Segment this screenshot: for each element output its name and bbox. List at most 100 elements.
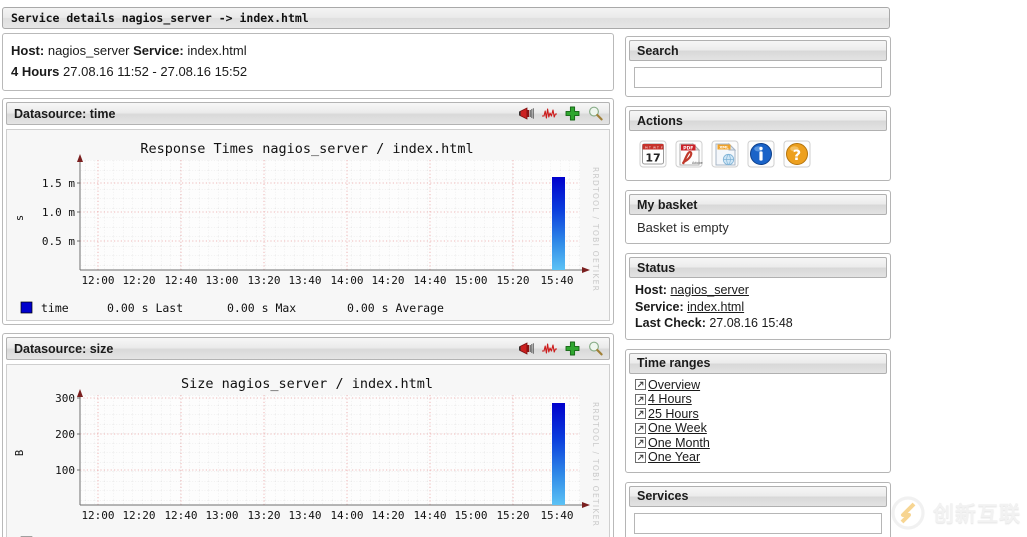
- pulse-icon[interactable]: [541, 340, 558, 357]
- service-info-box: Host: nagios_server Service: index.html …: [2, 33, 614, 91]
- basket-panel: My basket Basket is empty: [625, 190, 891, 244]
- time-range-link[interactable]: Overview: [648, 378, 700, 393]
- legend-swatch-time: [20, 301, 33, 314]
- status-host-line: Host: nagios_server: [635, 282, 882, 299]
- x-tick-label: 15:40: [540, 509, 573, 522]
- legend-entry: 0.00 s Average: [347, 301, 444, 315]
- y-tick-label: 1.5 m: [42, 177, 75, 190]
- datasource-title-time: Datasource: time: [14, 106, 116, 121]
- y-tick-label: 100: [55, 464, 75, 477]
- basket-panel-header: My basket: [629, 194, 887, 215]
- megaphone-icon[interactable]: [518, 340, 535, 357]
- x-tick-label: 13:00: [205, 509, 238, 522]
- time-range-link[interactable]: 4 Hours: [648, 392, 692, 407]
- search-panel-body: [629, 61, 887, 93]
- status-panel-header: Status: [629, 257, 887, 278]
- datasource-header-size: Datasource: size: [6, 337, 610, 360]
- calendar-icon[interactable]: MTW TF 17: [638, 139, 668, 169]
- status-lastcheck-line: Last Check: 27.08.16 15:48: [635, 315, 882, 332]
- time-range-item-4-hours[interactable]: 4 Hours: [635, 392, 882, 407]
- time-range-item-25-hours[interactable]: 25 Hours: [635, 407, 882, 422]
- chart-bar-size: [552, 403, 565, 505]
- chart-title-size: Size nagios_server / index.html: [181, 376, 433, 392]
- x-tick-label: 14:20: [371, 509, 404, 522]
- status-panel: Status Host: nagios_server Service: inde…: [625, 253, 891, 340]
- y-axis-unit-size: B: [14, 450, 26, 456]
- x-tick-label: 13:40: [288, 509, 321, 522]
- info-icon[interactable]: [746, 139, 776, 169]
- time-range-link[interactable]: One Year: [648, 450, 700, 465]
- x-tick-label: 15:20: [496, 274, 529, 287]
- search-panel: Search: [625, 36, 891, 97]
- datasource-title-size: Datasource: size: [14, 341, 114, 356]
- chart-legend-size: size 283.00 B Last 283.00 B Max 283.00 B…: [9, 533, 605, 537]
- time-range-item-one-week[interactable]: One Week: [635, 421, 882, 436]
- xml-export-icon[interactable]: XML: [710, 139, 740, 169]
- time-range-link[interactable]: One Month: [648, 436, 710, 451]
- x-tick-label: 12:00: [81, 274, 114, 287]
- search-input[interactable]: [634, 67, 882, 88]
- actions-panel-title: Actions: [637, 113, 683, 128]
- sidebar: Search Actions MTW T F 17 PDF Adobe XML …: [625, 36, 891, 537]
- time-range-link[interactable]: One Week: [648, 421, 707, 436]
- svg-text:T: T: [656, 145, 659, 149]
- basket-panel-title: My basket: [637, 197, 698, 212]
- rrd-graph-size[interactable]: Size nagios_server / index.html 300 200 …: [9, 367, 605, 533]
- x-tick-label: 13:20: [247, 509, 280, 522]
- basket-panel-body: Basket is empty: [629, 215, 887, 240]
- svg-text:M: M: [645, 145, 648, 149]
- x-tick-label: 15:00: [454, 274, 487, 287]
- magnifier-icon[interactable]: [587, 105, 604, 122]
- y-tick-label: 0.5 m: [42, 235, 75, 248]
- time-range-link[interactable]: 25 Hours: [648, 407, 699, 422]
- time-range-item-overview[interactable]: Overview: [635, 378, 882, 393]
- time-range-item-one-month[interactable]: One Month: [635, 436, 882, 451]
- chart-bar-time: [552, 177, 565, 270]
- search-panel-header: Search: [629, 40, 887, 61]
- datasource-panel-size: Datasource: size Size nagios_server / in…: [2, 333, 614, 537]
- svg-text:Adobe: Adobe: [692, 161, 703, 165]
- green-plus-icon[interactable]: [564, 105, 581, 122]
- status-lastcheck-label: Last Check:: [635, 316, 706, 330]
- legend-entry: 0.00 s Last: [107, 301, 183, 315]
- help-icon[interactable]: ?: [782, 139, 812, 169]
- pulse-icon[interactable]: [541, 105, 558, 122]
- timerange-label: 4 Hours: [11, 64, 60, 79]
- x-tick-label: 14:20: [371, 274, 404, 287]
- magnifier-icon[interactable]: [587, 340, 604, 357]
- services-filter-input[interactable]: [634, 512, 882, 534]
- time-ranges-panel: Time ranges Overview 4 Hours 25 Hours On…: [625, 348, 891, 473]
- time-range-item-one-year[interactable]: One Year: [635, 450, 882, 465]
- status-service-link[interactable]: index.html: [687, 300, 744, 314]
- host-service-line: Host: nagios_server Service: index.html: [11, 40, 605, 61]
- rrd-graph-time[interactable]: Response Times nagios_server / index.htm…: [9, 132, 605, 298]
- calendar-day-number: 17: [645, 152, 660, 165]
- x-tick-label: 15:20: [496, 509, 529, 522]
- graph-inner-size: Size nagios_server / index.html 300 200 …: [9, 367, 607, 537]
- window-titlebar: Service details nagios_server -> index.h…: [2, 7, 890, 29]
- actions-panel-body: MTW TF 17 PDF Adobe XML ?: [629, 131, 887, 177]
- external-link-icon: [635, 437, 646, 449]
- external-link-icon: [635, 393, 646, 405]
- status-host-link[interactable]: nagios_server: [670, 283, 749, 297]
- x-tick-label: 14:40: [413, 274, 446, 287]
- x-tick-label: 15:40: [540, 274, 573, 287]
- megaphone-icon[interactable]: [518, 105, 535, 122]
- y-tick-label: 1.0 m: [42, 206, 75, 219]
- external-link-icon: [635, 451, 646, 463]
- actions-icon-row: MTW TF 17 PDF Adobe XML ?: [634, 137, 882, 172]
- graph-inner-time: Response Times nagios_server / index.htm…: [9, 132, 607, 318]
- rrdtool-watermark-time: RRDTOOL / TOBI OETIKER: [591, 167, 600, 292]
- chart-legend-time: time 0.00 s Last 0.00 s Max 0.00 s Avera…: [9, 298, 605, 318]
- status-service-line: Service: index.html: [635, 299, 882, 316]
- green-plus-icon[interactable]: [564, 340, 581, 357]
- services-panel: Services Host Perfdata: [625, 481, 891, 537]
- site-watermark: 创新互联: [890, 495, 1021, 531]
- datasource-icons-time: [518, 105, 604, 122]
- external-link-icon: [635, 408, 646, 420]
- x-tick-label: 13:40: [288, 274, 321, 287]
- x-tick-label: 15:00: [454, 509, 487, 522]
- page-root: Service details nagios_server -> index.h…: [0, 0, 1027, 537]
- pdf-icon[interactable]: PDF Adobe: [674, 139, 704, 169]
- svg-text:PDF: PDF: [683, 145, 693, 151]
